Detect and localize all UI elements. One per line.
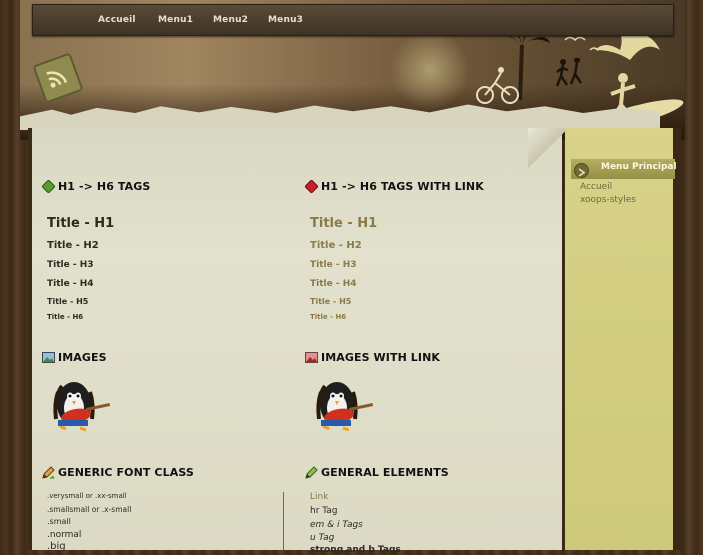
heading-link-h5[interactable]: Title - H5 (310, 297, 351, 306)
image-link-icon (305, 352, 318, 363)
font-class-big: .big (47, 541, 66, 552)
column-divider (283, 492, 284, 550)
heading-link-h2[interactable]: Title - H2 (310, 240, 362, 251)
rasta-penguin-image (53, 382, 111, 432)
font-class-verysmall: .verysmall or .xx-small (47, 492, 127, 500)
heading-h1: Title - H1 (47, 216, 115, 231)
sidebar-link-accueil[interactable]: Accueil (580, 182, 612, 192)
general-u-tag: u Tag (310, 533, 335, 543)
sidebar-link-xoops-styles[interactable]: xoops-styles (580, 195, 636, 205)
section-title-headings-link: H1 -> H6 TAGS WITH LINK (305, 180, 484, 193)
section-title-text: H1 -> H6 TAGS (58, 180, 151, 193)
section-title-text: H1 -> H6 TAGS WITH LINK (321, 180, 484, 193)
section-title-text: GENERAL ELEMENTS (321, 466, 449, 479)
pencil-icon (305, 466, 318, 479)
menu-principal-title: Menu Principal (601, 162, 677, 172)
section-title-font-class: GENERIC FONT CLASS (42, 466, 194, 479)
font-class-normal: .normal (47, 530, 82, 540)
section-title-text: GENERIC FONT CLASS (58, 466, 194, 479)
general-em-tag: em & i Tags (310, 520, 363, 530)
heading-link-h1[interactable]: Title - H1 (310, 216, 377, 231)
arrow-right-circle-icon (574, 163, 589, 178)
heading-h3: Title - H3 (47, 260, 94, 270)
nav-item-menu1[interactable]: Menu1 (158, 15, 193, 25)
section-title-text: IMAGES (58, 351, 107, 364)
section-title-text: IMAGES WITH LINK (321, 351, 441, 364)
heading-link-h3[interactable]: Title - H3 (310, 260, 357, 270)
runners-decoration (555, 58, 583, 87)
cyclist-decoration (476, 67, 519, 104)
top-navbar: Accueil Menu1 Menu2 Menu3 (32, 4, 674, 36)
general-strong-tag: strong and b Tags (310, 545, 401, 555)
red-diamond-icon (305, 180, 318, 193)
nav-item-accueil[interactable]: Accueil (98, 15, 136, 25)
heading-link-h4[interactable]: Title - H4 (310, 279, 357, 289)
sidebar-edge (673, 128, 681, 550)
heading-h6: Title - H6 (47, 313, 84, 321)
image-icon (42, 352, 55, 363)
heading-link-h6[interactable]: Title - H6 (310, 313, 346, 321)
section-title-images-link: IMAGES WITH LINK (305, 351, 440, 364)
general-hr-tag: hr Tag (310, 506, 338, 516)
font-class-small: .small (47, 517, 71, 526)
green-diamond-icon (42, 180, 55, 193)
general-link[interactable]: Link (310, 492, 328, 502)
heading-h2: Title - H2 (47, 240, 99, 251)
pencil-icon (42, 466, 55, 479)
heading-h5: Title - H5 (47, 297, 89, 306)
nav-item-menu3[interactable]: Menu3 (268, 15, 303, 25)
section-title-headings: H1 -> H6 TAGS (42, 180, 150, 193)
font-class-smallsmall: .smallsmall or .x-small (47, 505, 132, 514)
page-fold-corner (528, 128, 568, 168)
rasta-penguin-image-link[interactable] (309, 374, 375, 432)
section-title-general: GENERAL ELEMENTS (305, 466, 449, 479)
nav-item-menu2[interactable]: Menu2 (213, 15, 248, 25)
sun-decoration (390, 30, 470, 110)
section-title-images: IMAGES (42, 351, 107, 364)
rss-icon (46, 71, 68, 88)
heading-h4: Title - H4 (47, 279, 94, 289)
